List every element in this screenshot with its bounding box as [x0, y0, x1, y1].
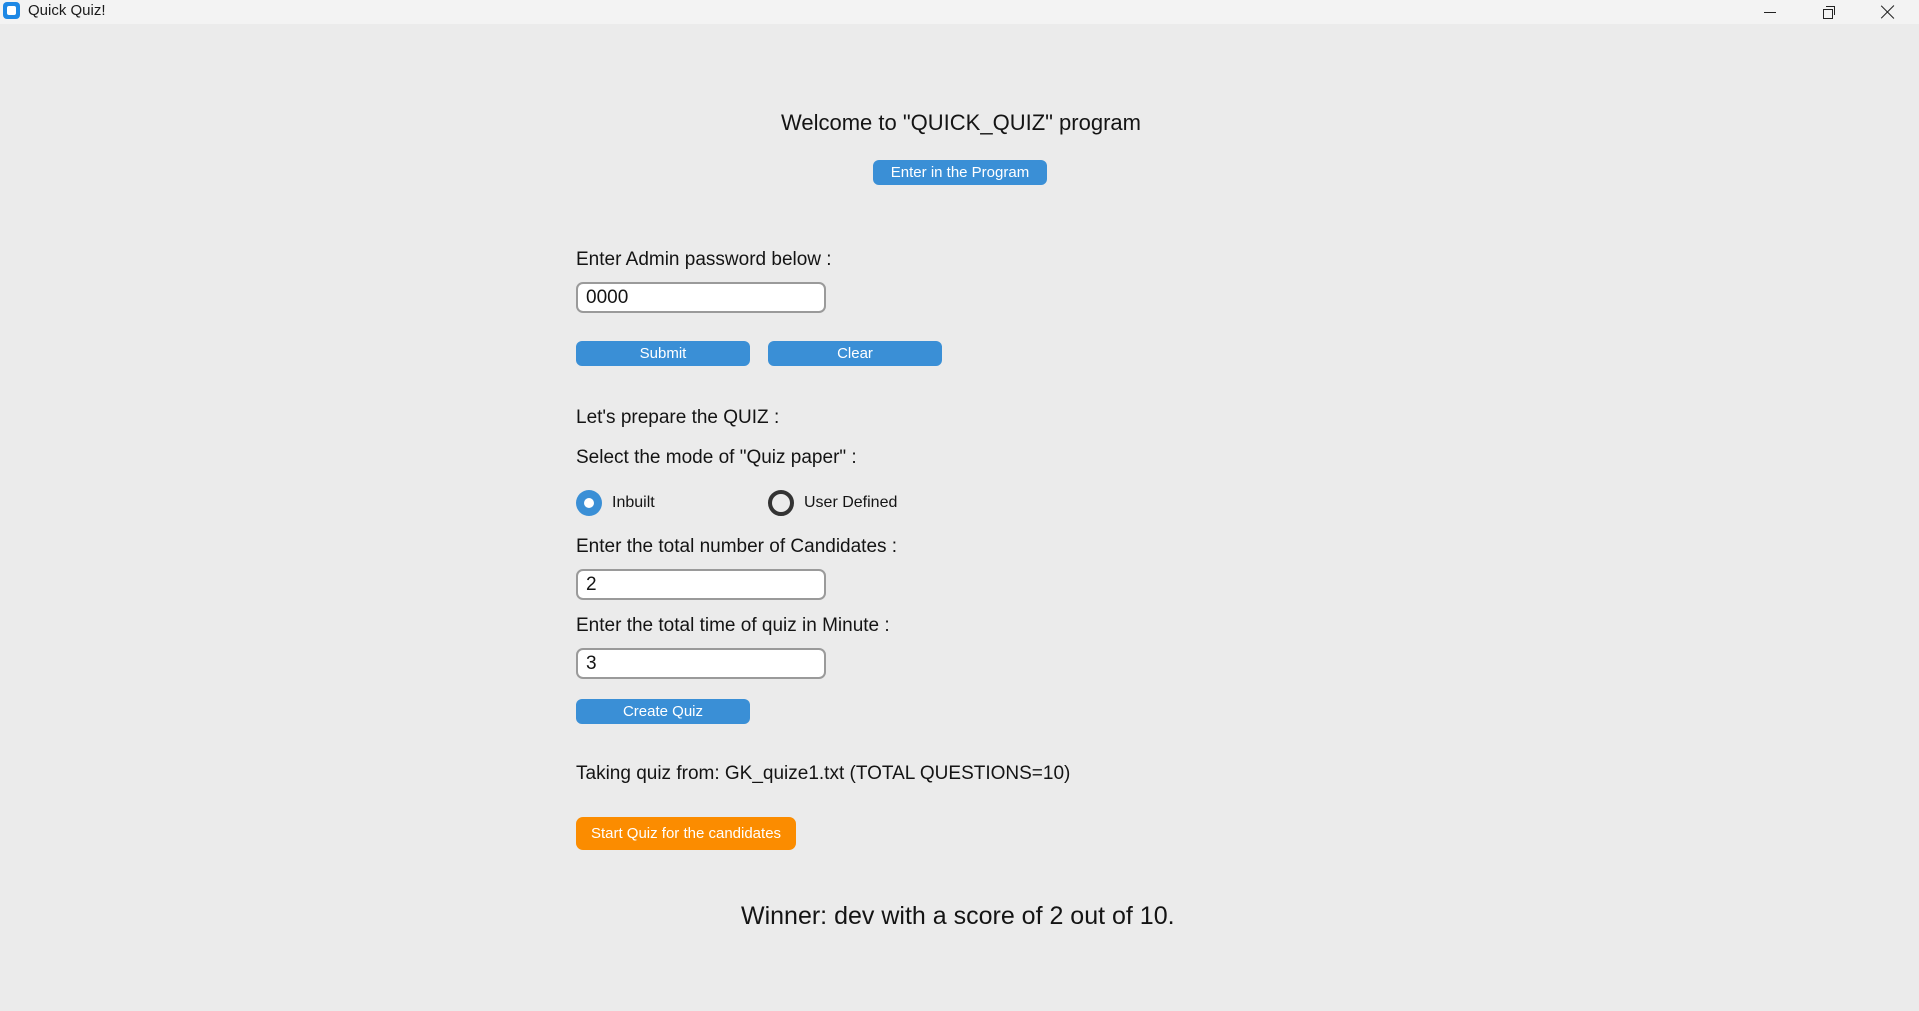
- radio-user-defined[interactable]: [768, 490, 794, 516]
- close-icon: [1880, 4, 1896, 20]
- quiz-time-input[interactable]: [576, 648, 826, 679]
- restore-button[interactable]: [1800, 0, 1858, 24]
- candidates-label: Enter the total number of Candidates :: [576, 536, 898, 557]
- winner-text: Winner: dev with a score of 2 out of 10.: [741, 902, 1175, 930]
- clear-button[interactable]: Clear: [768, 341, 942, 366]
- window-title: Quick Quiz!: [28, 2, 106, 19]
- quiz-source-text: Taking quiz from: GK_quize1.txt (TOTAL Q…: [576, 763, 1071, 784]
- quiz-time-label: Enter the total time of quiz in Minute :: [576, 615, 890, 636]
- title-bar: Quick Quiz!: [0, 0, 1919, 24]
- app-window: Quick Quiz! Welcome to "QUICK_QUIZ" prog…: [0, 0, 1919, 1011]
- radio-inbuilt-label[interactable]: Inbuilt: [612, 494, 655, 512]
- minimize-button[interactable]: [1741, 0, 1799, 24]
- app-icon: [3, 2, 20, 19]
- radio-user-defined-label[interactable]: User Defined: [804, 494, 897, 512]
- restore-icon: [1823, 6, 1835, 19]
- enter-program-button[interactable]: Enter in the Program: [873, 160, 1047, 185]
- radio-inbuilt[interactable]: [576, 490, 602, 516]
- submit-button[interactable]: Submit: [576, 341, 750, 366]
- minimize-icon: [1764, 11, 1776, 13]
- prepare-quiz-heading: Let's prepare the QUIZ :: [576, 407, 780, 428]
- close-button[interactable]: [1859, 0, 1917, 24]
- admin-password-input[interactable]: [576, 282, 826, 313]
- start-quiz-button[interactable]: Start Quiz for the candidates: [576, 817, 796, 850]
- quiz-mode-label: Select the mode of "Quiz paper" :: [576, 447, 857, 468]
- create-quiz-button[interactable]: Create Quiz: [576, 699, 750, 724]
- candidates-input[interactable]: [576, 569, 826, 600]
- welcome-heading: Welcome to "QUICK_QUIZ" program: [781, 110, 1141, 135]
- admin-password-label: Enter Admin password below :: [576, 249, 832, 270]
